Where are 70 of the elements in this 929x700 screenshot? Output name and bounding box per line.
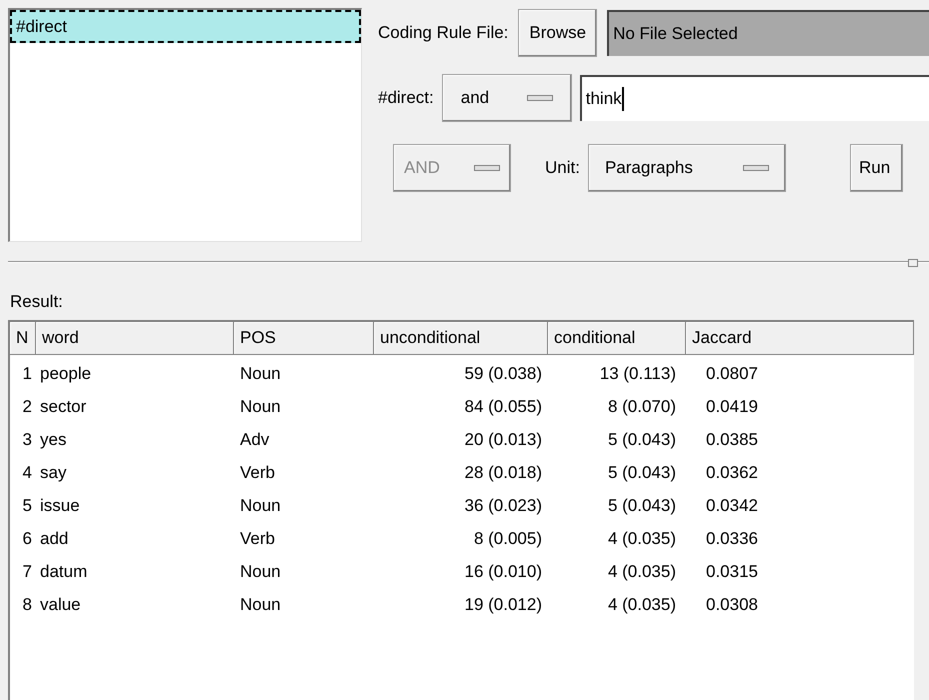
table-cell-text: 4 (0.035) <box>606 528 677 550</box>
result-label: Result: <box>9 291 64 313</box>
table-cell-text: 1 <box>22 362 33 385</box>
run-button[interactable]: Run <box>850 144 904 192</box>
table-cell-text: say <box>39 462 68 484</box>
coding-rule-file-label: Coding Rule File: <box>378 22 508 44</box>
column-header[interactable]: conditional <box>548 322 686 355</box>
table-cell-text: Adv <box>239 428 270 451</box>
table-cell-text: 5 (0.043) <box>606 494 677 517</box>
table-cell-text: 5 <box>22 494 33 517</box>
table-cell-text: yes <box>39 428 68 451</box>
table-cell-text: Noun <box>239 594 282 616</box>
table-cell-text: 4 (0.035) <box>606 594 677 616</box>
table-cell-text: 8 <box>22 594 33 616</box>
table-cell-text: 7 <box>22 560 33 583</box>
column-header[interactable]: POS <box>234 322 374 355</box>
table-cell-text: datum <box>39 560 88 583</box>
table-cell-text: 19 (0.012) <box>464 594 543 616</box>
table-cell-text: 5 (0.043) <box>606 462 677 484</box>
browse-button[interactable]: Browse <box>518 9 598 57</box>
table-cell-text: Noun <box>239 494 282 517</box>
column-header[interactable]: N <box>10 322 36 355</box>
table-cell-text: 0.0342 <box>705 494 759 517</box>
table-cell-text: add <box>39 528 70 550</box>
sash-handle[interactable] <box>908 259 918 267</box>
table-cell-text: 84 (0.055) <box>464 396 543 418</box>
code-label: #direct: <box>378 87 434 110</box>
table-cell-text: 0.0419 <box>705 396 759 418</box>
list-item[interactable]: #direct <box>10 10 361 43</box>
table-cell-text: 0.0807 <box>705 362 759 385</box>
table-cell-text: 5 (0.043) <box>606 428 677 451</box>
table-cell-text: Noun <box>239 362 282 385</box>
table-cell-text: 4 <box>22 462 33 484</box>
table-cell-text: 0.0362 <box>705 462 759 484</box>
table-cell-text: 0.0385 <box>705 428 759 451</box>
table-cell-text: 36 (0.023) <box>464 494 543 517</box>
table-cell-text: 0.0315 <box>705 560 759 583</box>
dropdown-indicator-icon <box>526 95 553 101</box>
table-cell-text: Verb <box>239 528 276 550</box>
table-cell-text: 2 <box>22 396 33 418</box>
table-cell-text: 59 (0.038) <box>464 362 543 385</box>
column-header[interactable]: unconditional <box>374 322 548 355</box>
table-cell-text: 28 (0.018) <box>464 462 543 484</box>
table-cell-text: 6 <box>22 528 33 550</box>
table-cell-text: sector <box>39 396 88 418</box>
table-cell-text: 8 (0.005) <box>472 528 543 550</box>
table-cell-text: 8 (0.070) <box>606 396 677 418</box>
dropdown-indicator-icon <box>742 165 769 171</box>
table-cell-text: 3 <box>22 428 33 451</box>
table-cell-text: issue <box>39 494 81 517</box>
table-cell-text: 20 (0.013) <box>464 428 543 451</box>
table-cell-text: 4 (0.035) <box>606 560 677 583</box>
table-cell-text: Noun <box>239 396 282 418</box>
unit-label: Unit: <box>545 157 580 180</box>
table-cell-text: 0.0308 <box>705 594 759 616</box>
table-cell-text: Verb <box>239 462 276 484</box>
column-header[interactable]: word <box>36 322 234 355</box>
table-cell-text: Noun <box>239 560 282 583</box>
table-cell-text: people <box>39 362 92 385</box>
column-header[interactable]: Jaccard <box>686 322 914 355</box>
unit-menu-button[interactable]: Paragraphs <box>588 144 786 192</box>
file-path-field: No File Selected <box>607 10 929 56</box>
table-cell-text: 13 (0.113) <box>598 362 677 385</box>
search-field[interactable]: think <box>580 75 929 121</box>
table-cell-text: value <box>39 594 82 616</box>
operator-menu-button[interactable]: and <box>442 74 572 122</box>
codes-listbox[interactable]: #direct <box>8 8 362 242</box>
table-cell-text: 16 (0.010) <box>464 560 543 583</box>
dropdown-indicator-icon <box>474 165 500 171</box>
table-cell-text: 0.0336 <box>705 528 759 550</box>
